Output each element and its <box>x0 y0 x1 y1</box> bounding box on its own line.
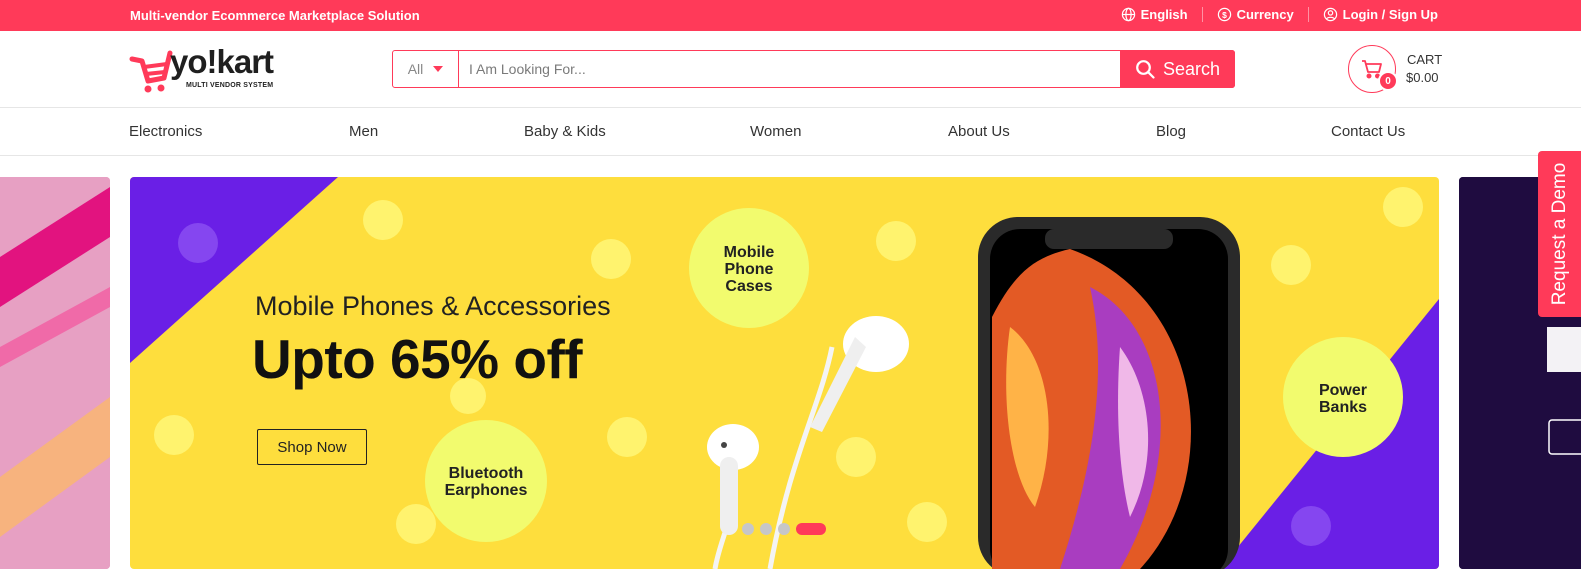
nav-item-baby-kids[interactable]: Baby & Kids <box>524 123 606 140</box>
category-value: All <box>407 61 424 77</box>
promo-text: Multi-vendor Ecommerce Marketplace Solut… <box>130 8 420 23</box>
shop-now-button[interactable]: Shop Now <box>257 429 367 465</box>
logo-tagline: MULTI VENDOR SYSTEM <box>186 82 274 89</box>
caret-down-icon <box>433 66 444 72</box>
previous-slide-preview[interactable] <box>0 177 110 569</box>
top-bar: Multi-vendor Ecommerce Marketplace Solut… <box>0 0 1581 31</box>
banner-title: Upto 65% off <box>252 328 583 390</box>
user-icon <box>1323 7 1337 22</box>
slider-pagination <box>742 523 826 535</box>
banner-subtitle: Mobile Phones & Accessories <box>255 291 611 321</box>
search-button-label: Search <box>1162 58 1221 79</box>
search-button[interactable]: Search <box>1120 50 1235 88</box>
request-demo-label: Request a Demo <box>1548 162 1570 306</box>
hero-banner[interactable]: Mobile Phones & Accessories Upto 65% off… <box>130 177 1439 569</box>
main-nav: Electronics Men Baby & Kids Women About … <box>0 108 1581 156</box>
slider-dot[interactable] <box>760 523 772 535</box>
svg-text:$: $ <box>1222 10 1227 20</box>
nav-item-men[interactable]: Men <box>349 123 378 140</box>
bubble-bluetooth-earphones: Bluetooth Earphones <box>444 465 528 499</box>
login-link[interactable]: Login / Sign Up <box>1307 7 1438 22</box>
bubble-mobile-phone-cases: Mobile Phone Cases <box>723 244 775 295</box>
cart-logo-icon <box>129 50 173 93</box>
nav-item-electronics[interactable]: Electronics <box>129 123 202 140</box>
language-selector[interactable]: English <box>1107 7 1202 22</box>
dollar-circle-icon: $ <box>1217 7 1231 22</box>
slide-pattern <box>0 177 110 569</box>
logo[interactable]: yo!kart MULTI VENDOR SYSTEM <box>128 43 278 95</box>
currency-selector[interactable]: $ Currency <box>1201 7 1308 22</box>
nav-item-blog[interactable]: Blog <box>1156 123 1186 140</box>
search-input[interactable] <box>459 51 1120 87</box>
language-label: English <box>1140 7 1188 22</box>
nav-item-about-us[interactable]: About Us <box>948 123 1010 140</box>
cart-total: $0.00 <box>1406 70 1439 85</box>
category-dropdown[interactable]: All <box>393 51 459 87</box>
request-demo-tab[interactable]: Request a Demo <box>1538 151 1581 317</box>
slider-dot-active[interactable] <box>796 523 826 535</box>
cart-button[interactable]: 0 <box>1348 45 1398 93</box>
slider-dot[interactable] <box>742 523 754 535</box>
cart-count-badge: 0 <box>1378 71 1398 91</box>
cart-label: CART <box>1407 52 1443 67</box>
search-bar: All Search <box>392 50 1235 88</box>
currency-label: Currency <box>1236 7 1294 22</box>
header: yo!kart MULTI VENDOR SYSTEM All Search 0… <box>0 31 1581 108</box>
logo-text: yo!kart <box>170 43 274 80</box>
top-bar-links: English $ Currency Login / Sign Up <box>1107 7 1438 22</box>
search-icon <box>1136 60 1155 79</box>
bubble-power-banks: Power Banks <box>1318 382 1368 416</box>
cart-widget[interactable]: 0 CART $0.00 <box>1348 45 1443 93</box>
globe-icon <box>1121 7 1135 22</box>
nav-item-women[interactable]: Women <box>750 123 801 140</box>
nav-item-contact-us[interactable]: Contact Us <box>1331 123 1405 140</box>
slider-dot[interactable] <box>778 523 790 535</box>
login-label: Login / Sign Up <box>1342 7 1438 22</box>
